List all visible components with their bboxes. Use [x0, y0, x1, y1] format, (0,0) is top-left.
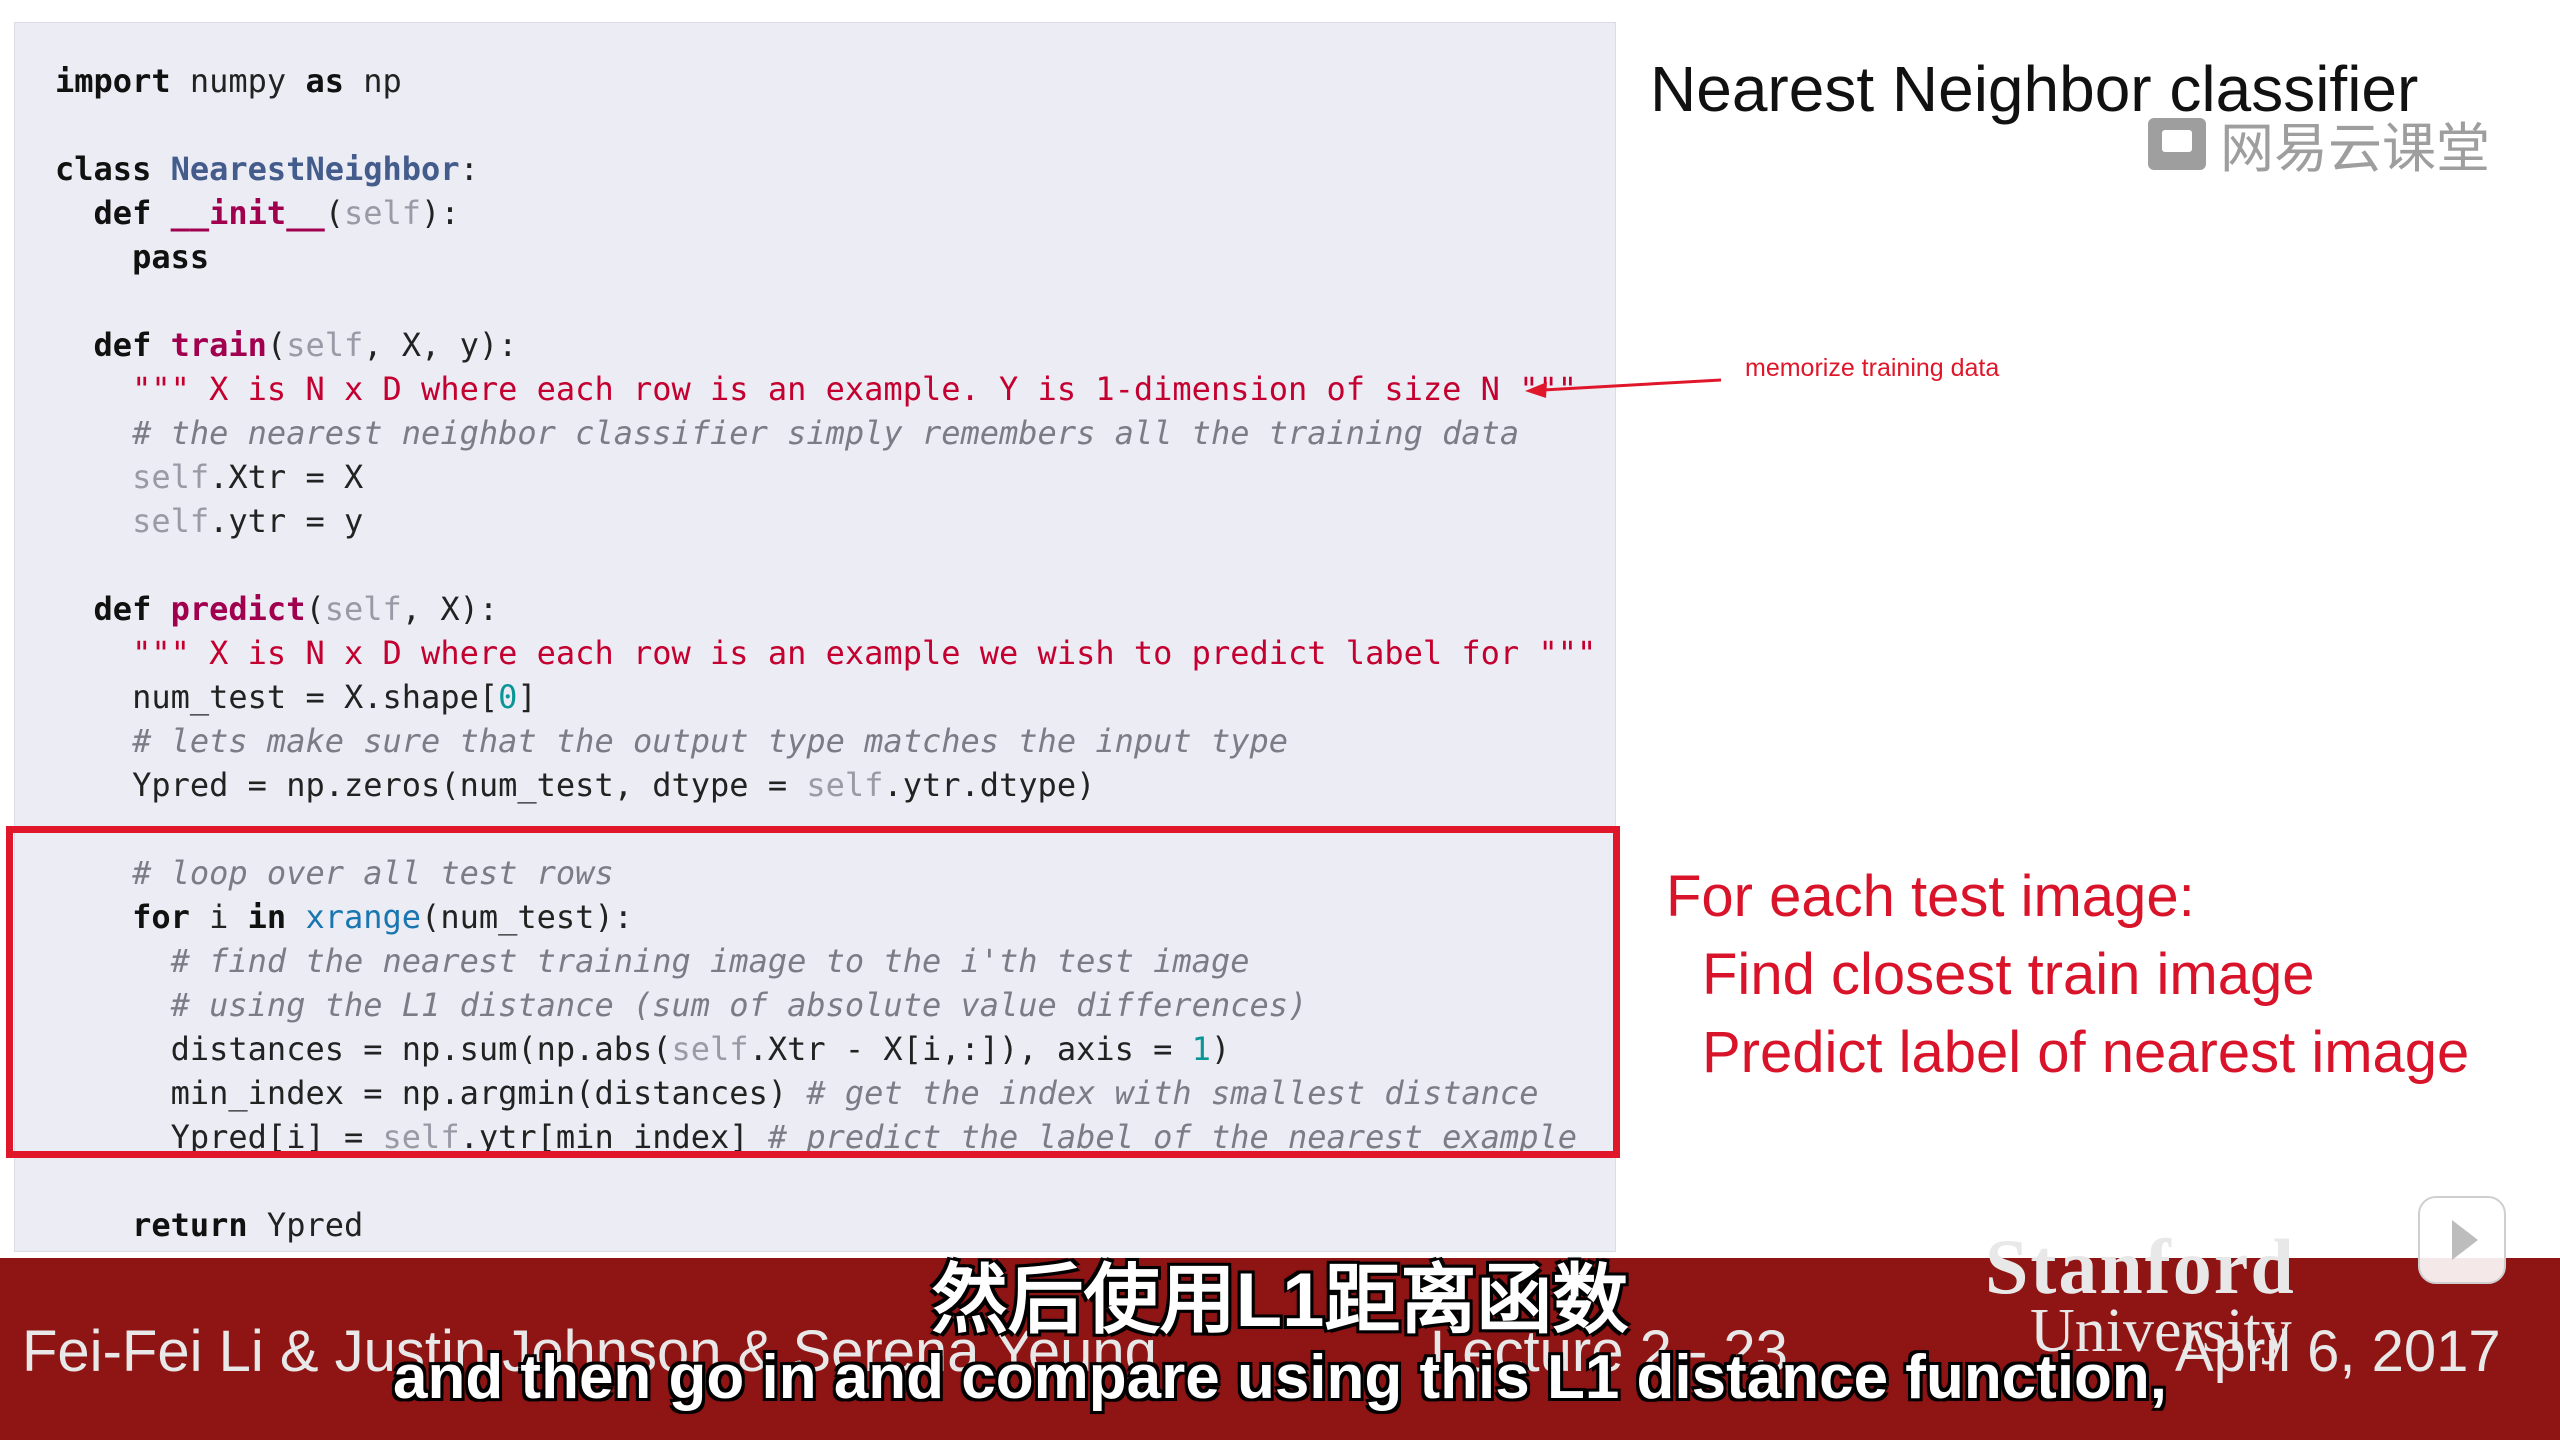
- code-token: NearestNeighbor: [170, 150, 460, 188]
- subtitle-chinese: 然后使用L1距离函数: [931, 1258, 1629, 1343]
- code-token: ]: [517, 678, 537, 716]
- code-token: ):: [421, 194, 460, 232]
- code-token: .ytr.dtype): [883, 766, 1096, 804]
- code-token: np: [343, 62, 402, 100]
- code-token: , X, y):: [363, 326, 518, 364]
- code-token: :: [459, 150, 479, 188]
- highlight-box: [6, 826, 1620, 1158]
- side-note: For each test image: Find closest train …: [1666, 858, 2469, 1092]
- watermark-text: 网易云课堂: [2220, 119, 2490, 179]
- code-token: self: [343, 194, 422, 232]
- code-token: 0: [498, 678, 518, 716]
- subtitle-english: and then go in and compare using this L1…: [392, 1343, 2168, 1412]
- code-line: class NearestNeighbor:: [55, 147, 1596, 191]
- code-token: def: [93, 194, 152, 232]
- code-token: class: [55, 150, 152, 188]
- code-token: (: [305, 590, 325, 628]
- code-token: .ytr = y: [209, 502, 364, 540]
- watermark: 网易云课堂: [2148, 104, 2490, 183]
- code-line: def __init__(self):: [55, 191, 1596, 235]
- code-line: def train(self, X, y):: [55, 323, 1596, 367]
- code-token: (: [324, 194, 344, 232]
- play-icon[interactable]: [2418, 1196, 2506, 1284]
- code-token: self: [806, 766, 884, 804]
- code-token: Ypred = np.zeros(num_test, dtype =: [55, 766, 807, 804]
- side-note-line: Find closest train image: [1702, 942, 2315, 1007]
- code-token: self: [132, 502, 210, 540]
- code-line: """ X is N x D where each row is an exam…: [55, 367, 1596, 411]
- code-line: num_test = X.shape[0]: [55, 675, 1596, 719]
- code-token: , X):: [401, 590, 499, 628]
- watermark-logo-icon: [2148, 117, 2206, 170]
- code-token: def: [93, 326, 152, 364]
- code-token: as: [305, 62, 344, 100]
- code-line: self.ytr = y: [55, 499, 1596, 543]
- code-token: .Xtr = X: [209, 458, 364, 496]
- code-token: # the nearest neighbor classifier simply…: [132, 414, 1520, 452]
- code-token: self: [286, 326, 364, 364]
- code-token: """ X is N x D where each row is an exam…: [132, 370, 1577, 408]
- code-token: """ X is N x D where each row is an exam…: [132, 634, 1597, 672]
- code-token: predict: [170, 590, 306, 628]
- code-line: pass: [55, 235, 1596, 279]
- code-line: def predict(self, X):: [55, 587, 1596, 631]
- slide: import numpy as np class NearestNeighbor…: [0, 0, 2560, 1258]
- code-line: """ X is N x D where each row is an exam…: [55, 631, 1596, 675]
- code-token: # lets make sure that the output type ma…: [132, 722, 1288, 760]
- annotation-memorize: memorize training data: [1745, 354, 2000, 382]
- side-note-line: Predict label of nearest image: [1702, 1020, 2470, 1085]
- code-token: __init__: [170, 194, 325, 232]
- code-line: # the nearest neighbor classifier simply…: [55, 411, 1596, 455]
- side-note-line: For each test image:: [1666, 864, 2195, 929]
- code-token: num_test = X.shape[: [55, 678, 499, 716]
- code-token: import: [55, 62, 171, 100]
- code-line: # lets make sure that the output type ma…: [55, 719, 1596, 763]
- code-token: train: [170, 326, 267, 364]
- code-token: def: [93, 590, 152, 628]
- code-token: self: [132, 458, 210, 496]
- arrow-left-icon: [1525, 378, 1722, 398]
- code-token: numpy: [170, 62, 306, 100]
- code-line: self.Xtr = X: [55, 455, 1596, 499]
- code-line: Ypred = np.zeros(num_test, dtype = self.…: [55, 763, 1596, 807]
- code-token: (: [266, 326, 287, 364]
- code-token: self: [324, 590, 402, 628]
- code-line: import numpy as np: [55, 59, 1596, 103]
- code-token: pass: [132, 238, 210, 276]
